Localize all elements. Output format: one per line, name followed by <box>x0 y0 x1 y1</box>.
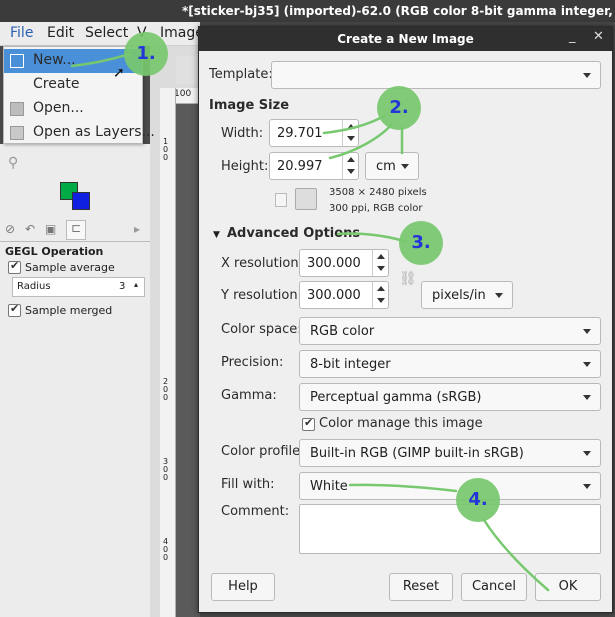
callout-4: 4. <box>456 478 500 522</box>
annotation-line-3 <box>336 232 408 244</box>
annotation-line-4b <box>482 518 550 592</box>
callout-1: 1. <box>124 32 168 76</box>
callout-3: 3. <box>399 221 443 265</box>
annotation-lines <box>70 52 550 592</box>
annotation-line-2a <box>322 114 386 135</box>
callout-2: 2. <box>377 86 421 130</box>
annotation-line-2b <box>328 122 394 160</box>
annotation-line-1 <box>70 52 132 68</box>
annotation-line-4a <box>348 483 458 493</box>
